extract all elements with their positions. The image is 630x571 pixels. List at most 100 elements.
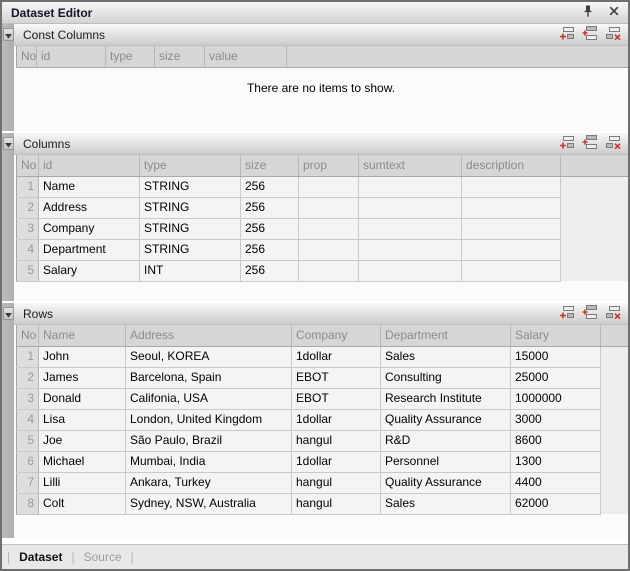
cell[interactable]: Quality Assurance: [381, 409, 511, 430]
cell[interactable]: 1dollar: [292, 409, 381, 430]
add-row-button[interactable]: [558, 27, 576, 43]
cell[interactable]: [359, 239, 462, 260]
cell[interactable]: Lilli: [39, 472, 126, 493]
cell[interactable]: 3000: [511, 409, 601, 430]
cell[interactable]: Consulting: [381, 367, 511, 388]
cell[interactable]: [462, 197, 561, 218]
cell[interactable]: London, United Kingdom: [126, 409, 292, 430]
cell[interactable]: 256: [241, 218, 299, 239]
row-number-cell[interactable]: 3: [17, 218, 39, 239]
cell[interactable]: Califonia, USA: [126, 388, 292, 409]
cell[interactable]: [359, 260, 462, 281]
cell[interactable]: 256: [241, 260, 299, 281]
cell[interactable]: STRING: [140, 239, 241, 260]
cell[interactable]: 1000000: [511, 388, 601, 409]
delete-row-button[interactable]: [604, 306, 622, 322]
pin-button[interactable]: [580, 5, 596, 21]
cell[interactable]: [359, 218, 462, 239]
cell[interactable]: INT: [140, 260, 241, 281]
cell[interactable]: 256: [241, 176, 299, 197]
cell[interactable]: 1dollar: [292, 451, 381, 472]
delete-row-button[interactable]: [604, 27, 622, 43]
cell[interactable]: 25000: [511, 367, 601, 388]
add-row-button[interactable]: [558, 136, 576, 152]
cell[interactable]: 1300: [511, 451, 601, 472]
row-number-cell[interactable]: 2: [17, 367, 39, 388]
cell[interactable]: R&D: [381, 430, 511, 451]
cell[interactable]: 62000: [511, 493, 601, 514]
cell[interactable]: hangul: [292, 430, 381, 451]
cell[interactable]: Sales: [381, 346, 511, 367]
cell[interactable]: 256: [241, 197, 299, 218]
row-number-cell[interactable]: 6: [17, 451, 39, 472]
cell[interactable]: Lisa: [39, 409, 126, 430]
cell[interactable]: hangul: [292, 493, 381, 514]
cell[interactable]: 15000: [511, 346, 601, 367]
delete-row-button[interactable]: [604, 136, 622, 152]
cell[interactable]: EBOT: [292, 367, 381, 388]
insert-row-button[interactable]: [581, 136, 599, 152]
row-number-cell[interactable]: 4: [17, 409, 39, 430]
cell[interactable]: Ankara, Turkey: [126, 472, 292, 493]
cell[interactable]: 8600: [511, 430, 601, 451]
cell[interactable]: STRING: [140, 176, 241, 197]
cell[interactable]: Company: [39, 218, 140, 239]
add-row-button[interactable]: [558, 306, 576, 322]
tab-dataset[interactable]: Dataset: [19, 550, 62, 564]
cell[interactable]: STRING: [140, 197, 241, 218]
cell[interactable]: Personnel: [381, 451, 511, 472]
cell[interactable]: São Paulo, Brazil: [126, 430, 292, 451]
row-number-cell[interactable]: 8: [17, 493, 39, 514]
cell[interactable]: Address: [39, 197, 140, 218]
row-number-cell[interactable]: 7: [17, 472, 39, 493]
tab-source[interactable]: Source: [84, 550, 122, 564]
cell[interactable]: [462, 239, 561, 260]
cell[interactable]: EBOT: [292, 388, 381, 409]
cell[interactable]: [299, 218, 359, 239]
row-number-cell[interactable]: 4: [17, 239, 39, 260]
cell[interactable]: Department: [39, 239, 140, 260]
cell[interactable]: Michael: [39, 451, 126, 472]
row-number-cell[interactable]: 1: [17, 176, 39, 197]
collapse-button[interactable]: [3, 307, 14, 320]
collapse-button[interactable]: [3, 28, 14, 41]
cell[interactable]: 256: [241, 239, 299, 260]
row-number-cell[interactable]: 5: [17, 260, 39, 281]
cell[interactable]: Sydney, NSW, Australia: [126, 493, 292, 514]
cell[interactable]: [462, 218, 561, 239]
cell[interactable]: Mumbai, India: [126, 451, 292, 472]
row-number-cell[interactable]: 1: [17, 346, 39, 367]
cell[interactable]: [299, 176, 359, 197]
cell[interactable]: Research Institute: [381, 388, 511, 409]
cell[interactable]: [462, 176, 561, 197]
cell[interactable]: James: [39, 367, 126, 388]
cell[interactable]: [359, 176, 462, 197]
cell[interactable]: [299, 260, 359, 281]
cell[interactable]: STRING: [140, 218, 241, 239]
cell[interactable]: 1dollar: [292, 346, 381, 367]
cell[interactable]: Quality Assurance: [381, 472, 511, 493]
cell[interactable]: Donald: [39, 388, 126, 409]
insert-row-button[interactable]: [581, 27, 599, 43]
cell[interactable]: [359, 197, 462, 218]
cell[interactable]: Barcelona, Spain: [126, 367, 292, 388]
cell[interactable]: Sales: [381, 493, 511, 514]
cell[interactable]: Salary: [39, 260, 140, 281]
close-button[interactable]: [606, 5, 622, 21]
row-number-cell[interactable]: 5: [17, 430, 39, 451]
cell[interactable]: Seoul, KOREA: [126, 346, 292, 367]
row-number-cell[interactable]: 2: [17, 197, 39, 218]
collapse-button[interactable]: [3, 137, 14, 150]
cell[interactable]: [299, 239, 359, 260]
row-filler: [601, 493, 629, 514]
cell[interactable]: [299, 197, 359, 218]
insert-row-button[interactable]: [581, 306, 599, 322]
cell[interactable]: Joe: [39, 430, 126, 451]
row-number-cell[interactable]: 3: [17, 388, 39, 409]
cell[interactable]: John: [39, 346, 126, 367]
cell[interactable]: Colt: [39, 493, 126, 514]
cell[interactable]: 4400: [511, 472, 601, 493]
cell[interactable]: [462, 260, 561, 281]
cell[interactable]: hangul: [292, 472, 381, 493]
cell[interactable]: Name: [39, 176, 140, 197]
